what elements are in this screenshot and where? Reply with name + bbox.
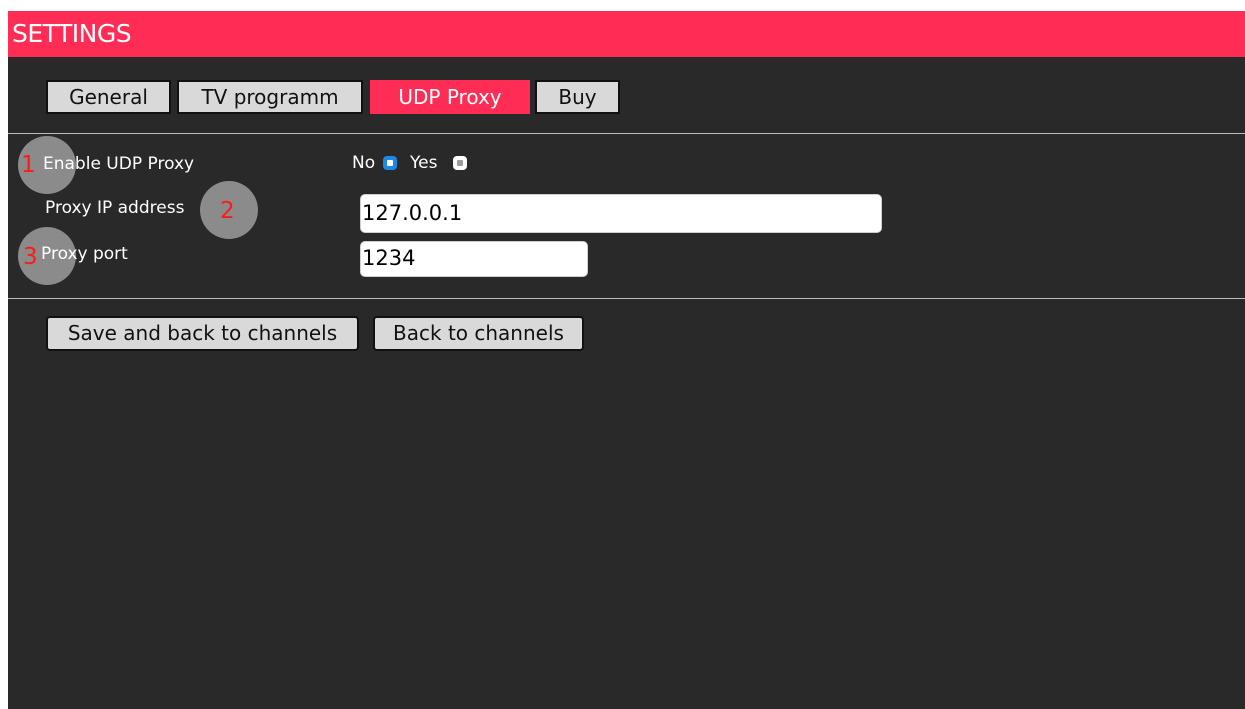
tab-tv-programm[interactable]: TV programm: [177, 80, 363, 114]
tab-buy[interactable]: Buy: [535, 80, 620, 114]
title-bar: SETTINGS: [8, 11, 1245, 57]
divider-top: [8, 133, 1245, 134]
proxy-port-input[interactable]: 1234: [360, 241, 588, 277]
annotation-number-1: 1: [21, 152, 36, 178]
enable-udp-proxy-label: Enable UDP Proxy: [43, 154, 195, 174]
tab-udp-proxy[interactable]: UDP Proxy: [370, 80, 530, 114]
proxy-ip-label: Proxy IP address: [45, 198, 185, 218]
proxy-ip-input[interactable]: 127.0.0.1: [360, 194, 882, 233]
divider-bottom: [8, 298, 1245, 299]
annotation-number-2: 2: [220, 198, 235, 224]
proxy-port-label: Proxy port: [41, 244, 128, 264]
page-title: SETTINGS: [12, 19, 132, 48]
back-to-channels-button[interactable]: Back to channels: [373, 316, 584, 351]
annotation-number-3: 3: [23, 244, 38, 270]
tab-general[interactable]: General: [46, 80, 171, 114]
radio-yes[interactable]: [453, 156, 467, 170]
radio-yes-label: Yes: [410, 153, 438, 173]
radio-no-label: No: [352, 153, 376, 173]
settings-panel: SETTINGS General TV programm UDP Proxy B…: [8, 11, 1245, 709]
save-and-back-button[interactable]: Save and back to channels: [46, 316, 359, 351]
radio-no[interactable]: [383, 156, 397, 170]
